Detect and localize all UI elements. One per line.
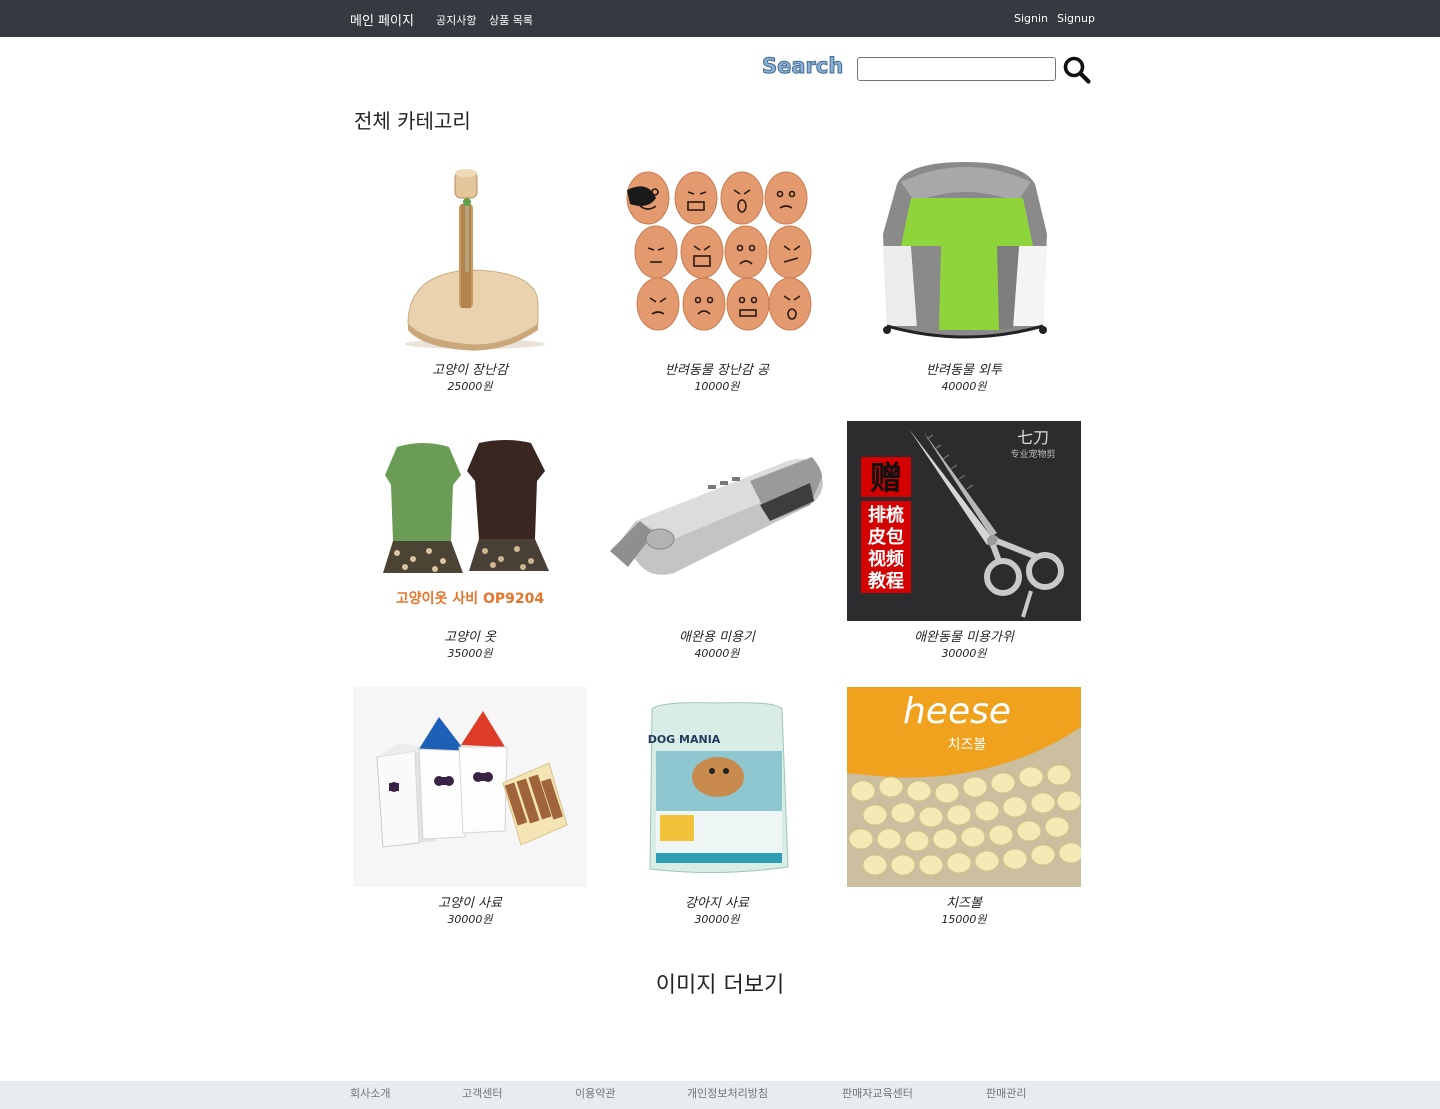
product-price: 40000원 [694, 647, 740, 660]
product-card[interactable]: 반려동물 외투 40000원 [847, 154, 1081, 395]
product-image-cat-food[interactable] [353, 687, 587, 887]
product-image-pet-clipper[interactable] [600, 421, 834, 621]
product-image-cat-toy[interactable] [353, 154, 587, 354]
product-image-cat-clothes[interactable]: 고양이옷 사비 OP9204 [353, 421, 587, 621]
scissors-item-2: 皮包 [868, 526, 904, 548]
product-name: 고양이 사료 [438, 896, 502, 911]
cheese-word-text: heese [903, 691, 1011, 732]
product-image-egg-balls[interactable] [600, 154, 834, 354]
product-image-pet-jacket[interactable] [847, 154, 1081, 354]
footer-link-terms[interactable]: 이용약관 [575, 1085, 615, 1101]
scissors-item-1: 排梳 [868, 504, 904, 526]
product-name: 애완용 미용기 [679, 630, 755, 645]
search-icon[interactable] [1062, 55, 1092, 85]
product-price: 15000원 [941, 913, 987, 926]
footer-link-sales-management[interactable]: 판매관리 [986, 1085, 1026, 1101]
product-card[interactable]: 고양이 장난감 25000원 [353, 154, 587, 395]
product-card[interactable]: 애완용 미용기 40000원 [600, 421, 834, 662]
nav-products-link[interactable]: 상품 목록 [489, 12, 533, 28]
footer: 회사소개 고객센터 이용약관 개인정보처리방침 판매자교육센터 판매관리 [0, 1081, 1440, 1109]
footer-link-support[interactable]: 고객센터 [462, 1085, 502, 1101]
product-name: 치즈볼 [946, 896, 982, 911]
product-name: 반려동물 외투 [926, 363, 1002, 378]
product-price: 30000원 [941, 647, 987, 660]
product-name: 고양이 옷 [444, 630, 496, 645]
product-price: 25000원 [447, 380, 493, 393]
product-image-grooming-scissors[interactable]: 七刀 专业宠物剪 赠 排梳 皮包 视频 教程 [847, 421, 1081, 621]
footer-link-company[interactable]: 회사소개 [350, 1085, 390, 1101]
top-navbar: 메인 페이지 공지사항 상품 목록 Signin Signup [0, 0, 1440, 37]
product-image-dog-food[interactable]: DOG MANIA [600, 687, 834, 887]
product-card[interactable]: 고양이옷 사비 OP9204 고양이 옷 35000원 [353, 421, 587, 662]
signin-link[interactable]: Signin [1014, 12, 1048, 25]
product-card[interactable]: DOG MANIA 강아지 사료 30000원 [600, 687, 834, 928]
footer-link-seller-education[interactable]: 판매자교육센터 [842, 1085, 913, 1101]
product-name: 강아지 사료 [685, 896, 749, 911]
cheese-kor-text: 치즈볼 [948, 737, 987, 753]
product-card[interactable]: 고양이 사료 30000원 [353, 687, 587, 928]
product-price: 40000원 [941, 380, 987, 393]
product-name: 애완동물 미용가위 [914, 630, 1014, 645]
dog-food-brand-text: DOG MANIA [648, 733, 721, 746]
more-images-button[interactable]: 이미지 더보기 [0, 967, 1440, 999]
scissors-gift-text: 赠 [870, 459, 902, 497]
scissors-item-4: 教程 [868, 570, 904, 592]
cat-clothes-caption: 고양이옷 사비 OP9204 [396, 590, 544, 607]
scissors-brand-text: 七刀 [1017, 428, 1049, 447]
product-name: 반려동물 장난감 공 [665, 363, 769, 378]
product-name: 고양이 장난감 [432, 363, 508, 378]
search-label: Search [761, 54, 844, 79]
product-card[interactable]: 七刀 专业宠物剪 赠 排梳 皮包 视频 教程 애완동물 미용가위 30000원 [847, 421, 1081, 662]
product-price: 30000원 [447, 913, 493, 926]
product-card[interactable]: 반려동물 장난감 공 10000원 [600, 154, 834, 395]
category-title: 전체 카테고리 [354, 109, 471, 133]
product-price: 30000원 [694, 913, 740, 926]
product-card[interactable]: heese 치즈볼 치즈볼 15000원 [847, 687, 1081, 928]
scissors-item-3: 视频 [868, 548, 904, 570]
product-image-cheese-balls[interactable]: heese 치즈볼 [847, 687, 1081, 887]
product-price: 10000원 [694, 380, 740, 393]
nav-notice-link[interactable]: 공지사항 [436, 12, 476, 28]
scissors-sub-text: 专业宠物剪 [1010, 448, 1055, 460]
footer-link-privacy[interactable]: 개인정보처리방침 [687, 1085, 768, 1101]
search-input[interactable] [857, 57, 1056, 81]
brand-link[interactable]: 메인 페이지 [350, 10, 414, 29]
signup-link[interactable]: Signup [1057, 12, 1095, 25]
product-price: 35000원 [447, 647, 493, 660]
